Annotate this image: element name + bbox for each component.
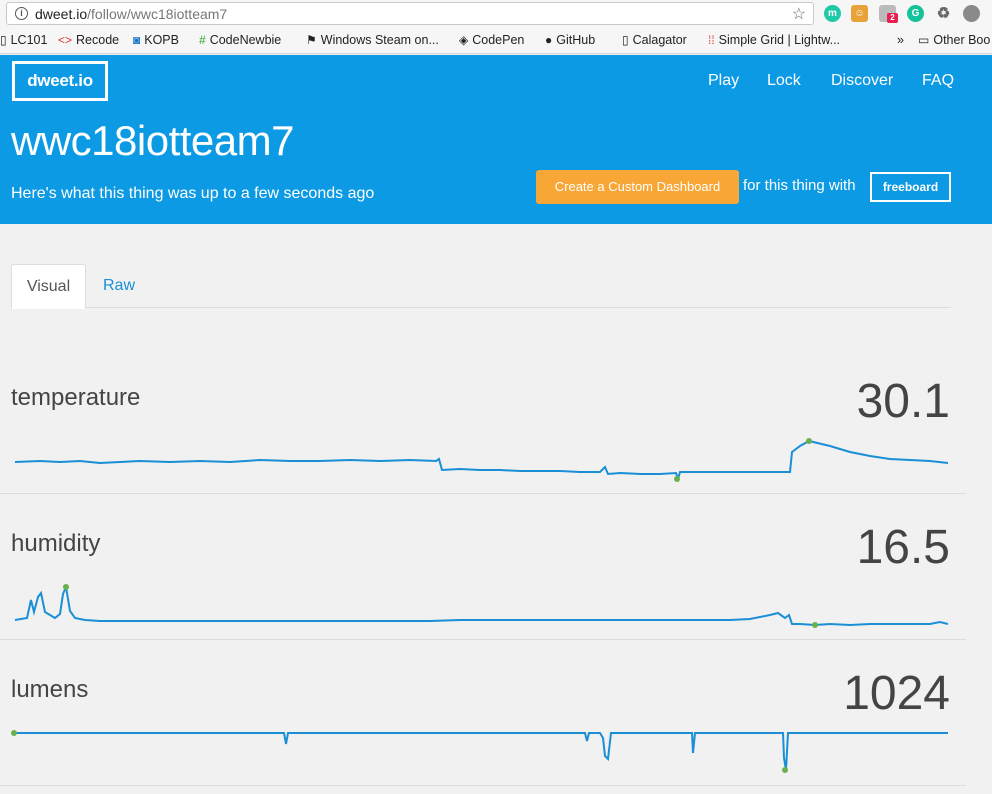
bookmark-windows-steam[interactable]: ⚑ Windows Steam on... [306, 33, 439, 47]
nav-discover[interactable]: Discover [831, 72, 893, 90]
codepen-icon: ◈ [459, 33, 469, 47]
tomato-icon[interactable] [963, 5, 980, 22]
github-icon: ● [545, 33, 553, 47]
bookmark-codepen[interactable]: ◈ CodePen [459, 33, 524, 47]
tab-raw[interactable]: Raw [86, 264, 152, 308]
extension-face-icon[interactable]: ☺ [851, 5, 868, 22]
metric-temperature: temperature 30.1 [0, 348, 966, 494]
url-path: /follow/wwc18iotteam7 [87, 6, 228, 22]
bookmark-label: CodePen [472, 33, 525, 47]
nav-lock[interactable]: Lock [767, 72, 801, 90]
kopb-icon: ◙ [133, 33, 141, 47]
sparkline-marker [674, 476, 680, 482]
sparkline-marker [806, 438, 812, 444]
sparkline-path [14, 583, 949, 627]
freeboard-button[interactable]: freeboard [870, 172, 951, 202]
code-icon: <> [58, 33, 73, 47]
grammarly-icon[interactable]: G [907, 5, 924, 22]
bookmark-label: CodeNewbie [209, 33, 282, 47]
humidity-sparkline [14, 583, 949, 628]
sparkline-marker [812, 622, 818, 628]
bookmark-label: Simple Grid | Lightw... [718, 33, 841, 47]
bookmark-label: Other Boo [933, 33, 991, 47]
bookmark-label: Recode [76, 33, 120, 47]
other-bookmarks[interactable]: ▭ Other Boo [918, 33, 990, 47]
nav-faq[interactable]: FAQ [922, 72, 954, 90]
info-icon[interactable]: i [15, 7, 28, 20]
temperature-sparkline [14, 438, 949, 483]
bookmark-kopb[interactable]: ◙ KOPB [133, 33, 179, 47]
lumens-sparkline [11, 730, 948, 773]
sparkline-path [14, 732, 948, 771]
folder-icon: ▭ [918, 33, 930, 47]
page-icon: ▯ [622, 33, 629, 47]
extension-badge: 2 [887, 13, 898, 23]
bookmark-star-icon[interactable]: ☆ [792, 4, 806, 24]
site-header: dweet.io Play Lock Discover FAQ wwc18iot… [0, 55, 992, 224]
page-icon: ▯ [0, 33, 7, 47]
extension-m-icon[interactable]: m [824, 5, 841, 22]
url-text[interactable]: dweet.io/follow/wwc18iotteam7 [35, 6, 227, 22]
cta-tail-text: for this thing with [743, 177, 856, 194]
grid-icon: ⁞⁞ [708, 33, 715, 47]
bookmark-calagator[interactable]: ▯ Calagator [622, 33, 687, 47]
browser-toolbar: i dweet.io/follow/wwc18iotteam7 ☆ m ☺ 2 … [0, 0, 992, 29]
bookmark-label: Calagator [632, 33, 687, 47]
bookmarks-bar: ▯ LC101 <> Recode ◙ KOPB # CodeNewbie ⚑ Windo… [0, 29, 992, 54]
overflow-chevron-icon: » [897, 33, 904, 47]
bookmark-recode[interactable]: <> Recode [58, 33, 119, 47]
bookmark-codenewbie[interactable]: # CodeNewbie [199, 33, 281, 47]
sparkline-marker [11, 730, 17, 736]
tab-visual[interactable]: Visual [11, 264, 86, 309]
bookmarks-overflow-button[interactable]: » [897, 33, 904, 47]
flag-icon: ⚑ [306, 33, 317, 47]
sparkline-marker [782, 767, 788, 773]
bookmark-label: Windows Steam on... [320, 33, 439, 47]
bookmark-github[interactable]: ● GitHub [545, 33, 595, 47]
bookmark-lc101[interactable]: ▯ LC101 [0, 33, 47, 47]
page-subtitle: Here's what this thing was up to a few s… [11, 185, 375, 202]
bookmark-label: LC101 [10, 33, 48, 47]
view-tabs: Visual Raw [11, 264, 951, 309]
dweet-logo[interactable]: dweet.io [12, 61, 108, 101]
address-bar[interactable]: i dweet.io/follow/wwc18iotteam7 ☆ [6, 2, 814, 25]
metric-lumens: lumens 1024 [0, 640, 966, 786]
sparkline-path [14, 439, 949, 483]
metric-humidity: humidity 16.5 [0, 494, 966, 640]
bookmark-label: GitHub [556, 33, 596, 47]
bookmark-simple-grid[interactable]: ⁞⁞ Simple Grid | Lightw... [708, 33, 840, 47]
extension-share-icon[interactable]: 2 [879, 5, 898, 23]
create-dashboard-button[interactable]: Create a Custom Dashboard [536, 170, 739, 204]
url-host: dweet.io [35, 6, 88, 22]
hash-icon: # [199, 33, 206, 47]
bookmark-label: KOPB [144, 33, 179, 47]
page-title: wwc18iotteam7 [11, 117, 294, 164]
nav-play[interactable]: Play [708, 72, 739, 90]
sparkline-marker [63, 584, 69, 590]
recycle-icon[interactable]: ♻ [935, 5, 952, 22]
